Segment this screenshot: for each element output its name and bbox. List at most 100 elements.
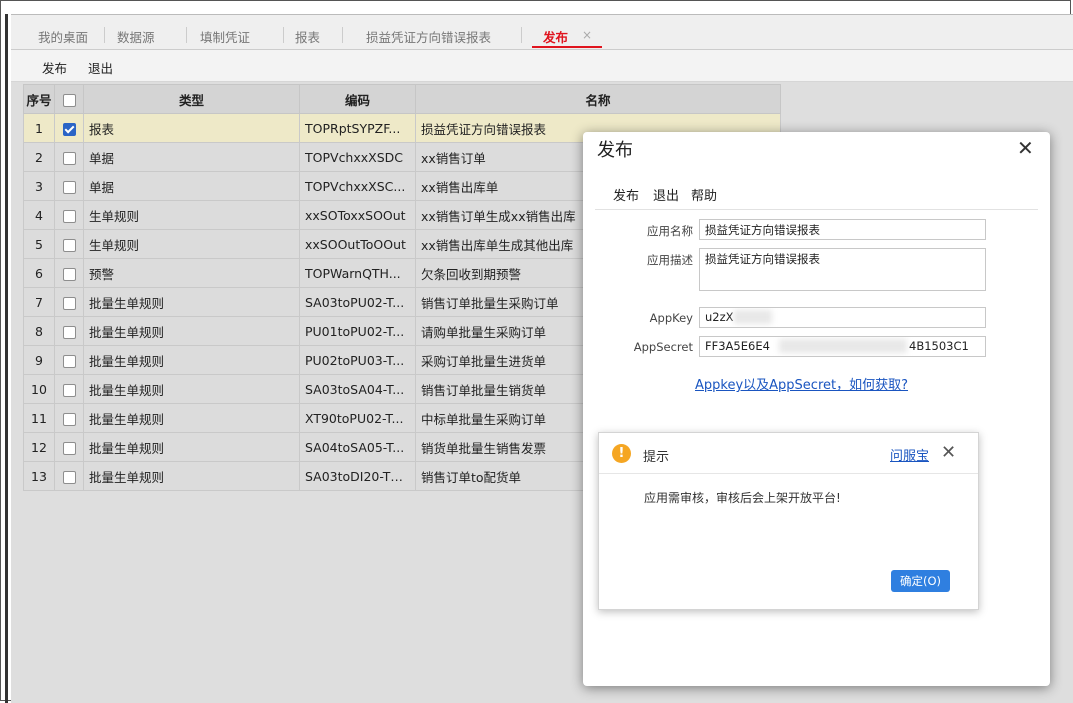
row-code: SA04toSA05-T... [299, 432, 416, 462]
row-code: PU01toPU02-T... [299, 316, 416, 346]
appsecret-redaction [779, 339, 907, 353]
row-code: PU02toPU03-T... [299, 345, 416, 375]
row-code: xxSOToxxSOOut [299, 200, 416, 230]
row-code: TOPVchxxXSDC [299, 142, 416, 172]
row-checkbox-cell [54, 345, 84, 375]
warning-icon: ! [612, 444, 631, 463]
tab-separator [342, 27, 343, 43]
row-checkbox-cell [54, 258, 84, 288]
row-type: 批量生单规则 [83, 345, 300, 375]
select-all-checkbox[interactable] [62, 93, 76, 107]
dialog-exit-button[interactable]: 退出 [653, 185, 679, 204]
header-code[interactable]: 编码 [299, 84, 416, 114]
row-code: SA03toPU02-T... [299, 287, 416, 317]
row-checkbox[interactable] [62, 122, 76, 136]
dialog-close-icon[interactable]: ✕ [1017, 136, 1034, 160]
main-toolbar: 发布 退出 [11, 50, 1073, 82]
tab-pl-voucher-error-report[interactable]: 损益凭证方向错误报表 [366, 27, 491, 46]
row-checkbox-cell [54, 374, 84, 404]
tab-desktop[interactable]: 我的桌面 [38, 27, 88, 46]
row-checkbox[interactable] [62, 441, 76, 455]
row-checkbox-cell [54, 432, 84, 462]
tab-report[interactable]: 报表 [295, 27, 320, 46]
tab-publish[interactable]: 发布 [543, 27, 568, 46]
row-checkbox[interactable] [62, 470, 76, 484]
appkey-input[interactable]: u2zX [699, 307, 986, 328]
dialog-title: 发布 [597, 140, 633, 161]
row-code: XT90toPU02-T... [299, 403, 416, 433]
tab-bar: 我的桌面 数据源 填制凭证 报表 损益凭证方向错误报表 发布 × [11, 14, 1073, 50]
row-type: 预警 [83, 258, 300, 288]
tab-voucher-entry[interactable]: 填制凭证 [200, 27, 250, 46]
appkey-label: AppKey [649, 311, 693, 325]
row-code: xxSOOutToOOut [299, 229, 416, 259]
row-type: 生单规则 [83, 200, 300, 230]
row-checkbox[interactable] [62, 209, 76, 223]
tab-close-icon[interactable]: × [582, 28, 592, 42]
row-code: TOPWarnQTH... [299, 258, 416, 288]
appkey-help-link[interactable]: Appkey以及AppSecret，如何获取? [695, 374, 908, 393]
appsecret-input[interactable]: FF3A5E6E4 4B1503C1 [699, 336, 986, 357]
row-number: 13 [23, 461, 55, 491]
appkey-value: u2zX [705, 310, 734, 324]
app-name-input[interactable]: 损益凭证方向错误报表 [699, 219, 986, 240]
row-number: 8 [23, 316, 55, 346]
row-number: 4 [23, 200, 55, 230]
row-code: TOPRptSYPZF... [299, 113, 416, 143]
app-desc-label: 应用描述 [647, 253, 693, 267]
row-checkbox-cell [54, 113, 84, 143]
row-type: 批量生单规则 [83, 432, 300, 462]
tip-close-icon[interactable]: ✕ [941, 442, 956, 463]
row-checkbox[interactable] [62, 151, 76, 165]
row-checkbox-cell [54, 461, 84, 491]
row-code: TOPVchxxXSC... [299, 171, 416, 201]
ok-button[interactable]: 确定(O) [891, 570, 950, 592]
row-type: 批量生单规则 [83, 403, 300, 433]
row-number: 2 [23, 142, 55, 172]
grid-header-row: 序号 类型 编码 名称 [23, 84, 781, 114]
exit-button[interactable]: 退出 [88, 58, 113, 77]
row-checkbox[interactable] [62, 325, 76, 339]
header-type[interactable]: 类型 [83, 84, 300, 114]
row-checkbox-cell [54, 200, 84, 230]
appsecret-label: AppSecret [633, 340, 693, 354]
row-number: 12 [23, 432, 55, 462]
row-type: 批量生单规则 [83, 316, 300, 346]
appkey-redaction [734, 310, 772, 324]
row-number: 9 [23, 345, 55, 375]
row-checkbox[interactable] [62, 267, 76, 281]
row-checkbox[interactable] [62, 180, 76, 194]
dialog-divider [595, 209, 1038, 210]
header-select-all[interactable] [54, 84, 84, 114]
app-desc-textarea[interactable]: 损益凭证方向错误报表 [699, 248, 986, 291]
tab-datasource[interactable]: 数据源 [117, 27, 155, 46]
tip-help-link[interactable]: 问服宝 [890, 445, 929, 464]
row-number: 6 [23, 258, 55, 288]
tip-message: 应用需审核，审核后会上架开放平台! [644, 491, 841, 505]
publish-button[interactable]: 发布 [42, 58, 67, 77]
row-number: 7 [23, 287, 55, 317]
appsecret-value-head: FF3A5E6E4 [705, 339, 770, 353]
dialog-help-button[interactable]: 帮助 [691, 185, 717, 204]
header-name[interactable]: 名称 [415, 84, 781, 114]
row-number: 3 [23, 171, 55, 201]
row-number: 5 [23, 229, 55, 259]
row-type: 批量生单规则 [83, 374, 300, 404]
active-tab-underline [532, 46, 602, 48]
row-checkbox[interactable] [62, 383, 76, 397]
tab-separator [186, 27, 187, 43]
header-no[interactable]: 序号 [23, 84, 55, 114]
row-type: 批量生单规则 [83, 287, 300, 317]
row-type: 批量生单规则 [83, 461, 300, 491]
row-checkbox[interactable] [62, 412, 76, 426]
tab-separator [283, 27, 284, 43]
row-type: 单据 [83, 171, 300, 201]
row-checkbox[interactable] [62, 238, 76, 252]
tip-popup: ! 提示 问服宝 ✕ 应用需审核，审核后会上架开放平台! 确定(O) [598, 432, 979, 610]
row-checkbox[interactable] [62, 354, 76, 368]
row-checkbox[interactable] [62, 296, 76, 310]
row-code: SA03toSA04-T... [299, 374, 416, 404]
row-number: 11 [23, 403, 55, 433]
dialog-publish-button[interactable]: 发布 [613, 185, 639, 204]
row-checkbox-cell [54, 403, 84, 433]
